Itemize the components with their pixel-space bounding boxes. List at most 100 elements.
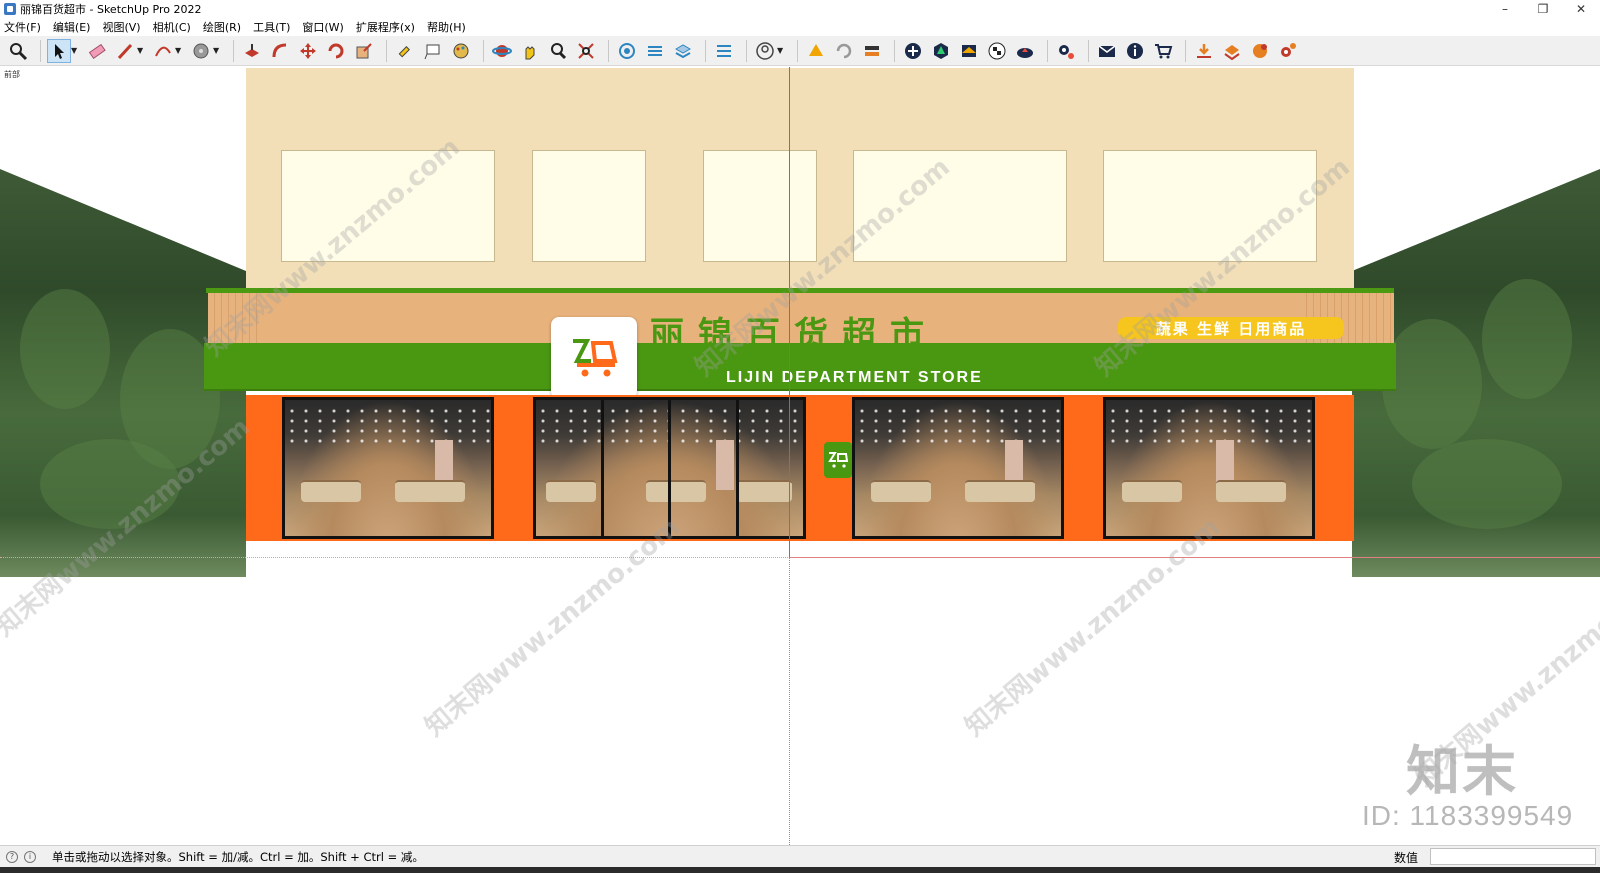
menu-file[interactable]: 文件(F)	[4, 19, 41, 35]
toolbar-separator	[705, 39, 706, 62]
settings-icon[interactable]	[1054, 39, 1078, 63]
credits-icon[interactable]: i	[24, 850, 36, 863]
green-axis-dotted-line	[789, 557, 790, 845]
checker-icon[interactable]	[985, 39, 1009, 63]
watermark-text: 知末网www.znzmo.com	[959, 512, 1226, 743]
gear-icon[interactable]	[1276, 39, 1300, 63]
taskbar-strip	[0, 867, 1600, 873]
status-message: 单击或拖动以选择对象。Shift = 加/减。Ctrl = 加。Shift + …	[52, 849, 424, 864]
zoom-extents-icon[interactable]	[574, 39, 598, 63]
red-axis-dotted-line	[0, 557, 790, 558]
cart-icon[interactable]	[1151, 39, 1175, 63]
shop-window	[282, 397, 494, 539]
title-bar: 丽锦百货超市 - SketchUp Pro 2022 – ❐ ✕	[0, 0, 1600, 18]
shape-dropdown-icon[interactable]: ▼	[213, 46, 221, 55]
model-viewport[interactable]: 前部 丽锦百货超市 蔬果 生鲜 日用商品 LIJIN DEPARTMENT ST…	[0, 67, 1600, 845]
arc-icon[interactable]	[151, 39, 175, 63]
toolbar-separator	[233, 39, 234, 62]
outliner-icon[interactable]	[712, 39, 736, 63]
toolbar-separator	[797, 39, 798, 62]
toolbar-separator	[483, 39, 484, 62]
menu-view[interactable]: 视图(V)	[102, 19, 140, 35]
profile-icon[interactable]	[753, 39, 777, 63]
cart-logo-small-icon	[828, 452, 849, 468]
pencil-dropdown-icon[interactable]: ▼	[137, 46, 145, 55]
toolbar-separator	[894, 39, 895, 62]
toolbar-separator	[1047, 39, 1048, 62]
door-frame	[601, 397, 604, 539]
plugin-icon[interactable]	[1248, 39, 1272, 63]
menu-bar: 文件(F) 编辑(E) 视图(V) 相机(C) 绘图(R) 工具(T) 窗口(W…	[0, 18, 1600, 36]
layers-icon[interactable]	[671, 39, 695, 63]
upper-window	[703, 150, 817, 262]
store-logo	[551, 317, 637, 399]
toolbar-separator	[40, 39, 41, 62]
upper-window	[532, 150, 646, 262]
paint-icon[interactable]	[449, 39, 473, 63]
shop-window	[852, 397, 1064, 539]
geo-location-icon[interactable]: ?	[6, 850, 18, 863]
arc-dropdown-icon[interactable]: ▼	[175, 46, 183, 55]
mail-icon[interactable]	[1095, 39, 1119, 63]
profile-dropdown-icon[interactable]: ▼	[777, 46, 785, 55]
store-name-english: LIJIN DEPARTMENT STORE	[726, 369, 983, 386]
menu-help[interactable]: 帮助(H)	[427, 19, 466, 35]
paint-bucket-icon[interactable]	[189, 39, 213, 63]
door-frame	[736, 397, 739, 539]
menu-edit[interactable]: 编辑(E)	[53, 19, 91, 35]
select-dropdown-icon[interactable]: ▼	[71, 46, 79, 55]
warehouse-icon[interactable]	[615, 39, 639, 63]
watermark-text: 知末网www.znzmo.com	[419, 512, 686, 743]
toolbar-separator	[1185, 39, 1186, 62]
info-icon[interactable]	[1123, 39, 1147, 63]
watermark-id: ID: 1183399549	[1362, 800, 1574, 831]
minimize-button[interactable]: –	[1486, 0, 1524, 18]
move-icon[interactable]	[296, 39, 320, 63]
measurements-input[interactable]	[1430, 848, 1596, 865]
export-icon[interactable]	[860, 39, 884, 63]
zoom-icon[interactable]	[6, 39, 30, 63]
orbit-icon[interactable]	[490, 39, 514, 63]
pan-icon[interactable]	[518, 39, 542, 63]
zoom-window-icon[interactable]	[546, 39, 570, 63]
cart-logo-icon	[573, 339, 618, 377]
upload-icon[interactable]	[1220, 39, 1244, 63]
status-bar: ? i 单击或拖动以选择对象。Shift = 加/减。Ctrl = 加。Shif…	[0, 845, 1600, 867]
toolbar-separator	[608, 39, 609, 62]
menu-extensions[interactable]: 扩展程序(x)	[356, 19, 415, 35]
sync-icon[interactable]	[804, 39, 828, 63]
tree-icon[interactable]	[929, 39, 953, 63]
toolbar-separator	[1088, 39, 1089, 62]
restore-button[interactable]: ❐	[1524, 0, 1562, 18]
refresh-icon[interactable]	[832, 39, 856, 63]
offset-icon[interactable]	[268, 39, 292, 63]
measurements-label: 数值	[1394, 851, 1419, 865]
text-icon[interactable]	[421, 39, 445, 63]
menu-window[interactable]: 窗口(W)	[302, 19, 343, 35]
rotate-icon[interactable]	[324, 39, 348, 63]
watermark-logo: 知末	[1406, 740, 1518, 803]
window-controls: – ❐ ✕	[1486, 0, 1600, 18]
tape-measure-icon[interactable]	[393, 39, 417, 63]
add-icon[interactable]	[901, 39, 925, 63]
scale-icon[interactable]	[352, 39, 376, 63]
download-icon[interactable]	[1192, 39, 1216, 63]
scene-tab-label[interactable]: 前部	[4, 69, 20, 80]
extension-icon[interactable]	[643, 39, 667, 63]
cloud-icon[interactable]	[1013, 39, 1037, 63]
eraser-icon[interactable]	[85, 39, 109, 63]
select-icon[interactable]	[47, 38, 71, 63]
menu-tools[interactable]: 工具(T)	[253, 19, 290, 35]
menu-draw[interactable]: 绘图(R)	[203, 19, 241, 35]
close-button[interactable]: ✕	[1562, 0, 1600, 18]
sketchup-app-icon	[4, 3, 16, 15]
pillar-logo-badge	[824, 442, 852, 478]
toolbar-separator	[386, 39, 387, 62]
pencil-icon[interactable]	[113, 39, 137, 63]
section-icon[interactable]	[957, 39, 981, 63]
toolbar-separator	[746, 39, 747, 62]
push-pull-icon[interactable]	[240, 39, 264, 63]
main-toolbar: ▼ ▼ ▼ ▼ ▼	[0, 36, 1600, 66]
menu-camera[interactable]: 相机(C)	[153, 19, 191, 35]
window-title: 丽锦百货超市 - SketchUp Pro 2022	[20, 3, 202, 16]
